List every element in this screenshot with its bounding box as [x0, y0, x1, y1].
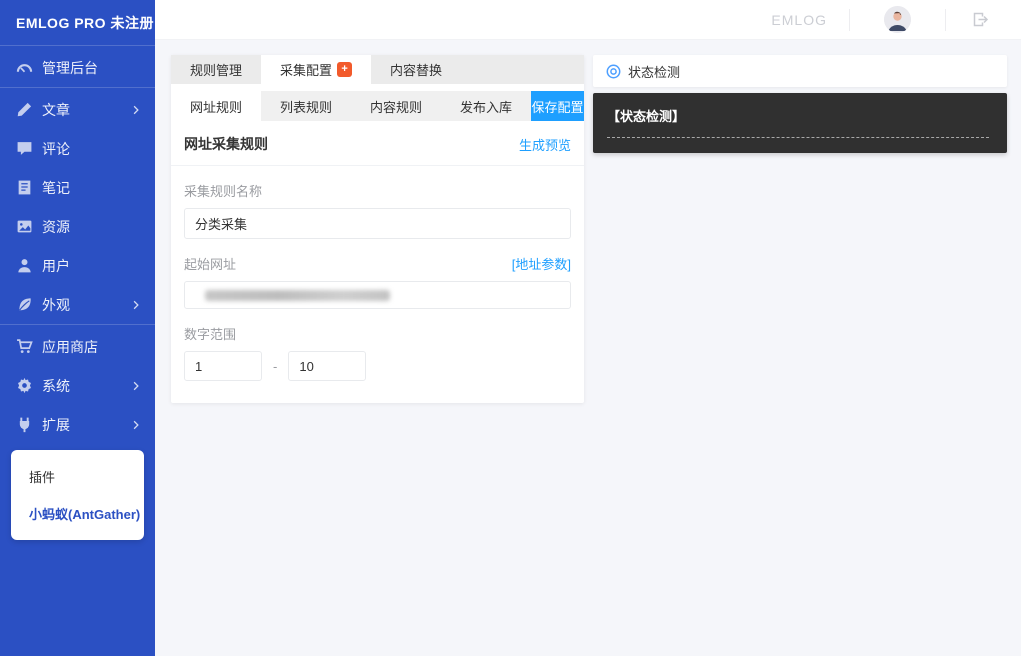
sidebar-divider: [0, 324, 155, 325]
topbar: EMLOG: [155, 0, 1021, 40]
tab-url-rules[interactable]: 网址规则: [171, 91, 261, 121]
tab-rule-management[interactable]: 规则管理: [171, 55, 261, 84]
generate-preview-link[interactable]: 生成预览: [519, 135, 571, 154]
app-title: EMLOG PRO 未注册: [0, 0, 155, 45]
appearance-icon: [16, 296, 33, 313]
form-header: 网址采集规则 生成预览: [171, 121, 584, 166]
secondary-tab-bar: 网址规则 列表规则 内容规则 发布入库 保存配置: [171, 91, 584, 121]
tab-content-rules[interactable]: 内容规则: [351, 91, 441, 121]
sidebar-divider: [0, 45, 155, 46]
range-from-input[interactable]: [184, 351, 262, 381]
submenu-panel: 插件 小蚂蚁(AntGather): [11, 450, 144, 540]
start-url-field: 起始网址 [地址参数]: [171, 254, 584, 309]
status-log-title: 【状态检测】: [607, 106, 993, 125]
comment-icon: [16, 140, 33, 157]
store-icon: [16, 338, 33, 355]
save-config-button[interactable]: 保存配置: [531, 91, 584, 121]
note-icon: [16, 179, 33, 196]
sidebar-item-users[interactable]: 用户: [0, 246, 155, 285]
collector-card: 规则管理 采集配置 + 内容替换 网址规则 列表规则 内容规则 发布入库: [171, 55, 584, 403]
tab-content-replace[interactable]: 内容替换: [371, 55, 461, 84]
system-icon: [16, 377, 33, 394]
status-header: 状态检测: [593, 55, 1007, 87]
rule-name-label: 采集规则名称: [184, 181, 262, 200]
dashboard-icon: [16, 59, 33, 76]
sidebar-item-comments[interactable]: 评论: [0, 129, 155, 168]
sidebar-item-appearance[interactable]: 外观: [0, 285, 155, 324]
start-url-label: 起始网址: [184, 254, 236, 273]
sidebar: EMLOG PRO 未注册 管理后台 文章 评论 笔记 资源: [0, 0, 155, 656]
rule-name-field: 采集规则名称: [171, 181, 584, 239]
rule-name-input[interactable]: [184, 208, 571, 239]
number-range-label: 数字范围: [184, 324, 236, 343]
logout-icon[interactable]: [972, 11, 989, 28]
chevron-right-icon: [131, 381, 141, 391]
resource-icon: [16, 218, 33, 235]
tab-collect-config[interactable]: 采集配置 +: [261, 55, 371, 84]
status-log-box: 【状态检测】: [593, 93, 1007, 153]
url-params-link[interactable]: [地址参数]: [512, 254, 571, 273]
primary-tab-bar: 规则管理 采集配置 + 内容替换: [171, 55, 584, 84]
tab-bar-gap: [171, 84, 584, 91]
tab-list-rules[interactable]: 列表规则: [261, 91, 351, 121]
status-title: 状态检测: [628, 62, 680, 81]
tab-publish[interactable]: 发布入库: [441, 91, 531, 121]
extension-icon: [16, 416, 33, 433]
brand-text: EMLOG: [771, 12, 827, 28]
form-title: 网址采集规则: [184, 134, 268, 154]
redacted-url-blur: [205, 290, 390, 301]
range-to-input[interactable]: [288, 351, 366, 381]
article-icon: [16, 101, 33, 118]
sidebar-item-articles[interactable]: 文章: [0, 90, 155, 129]
range-separator: -: [273, 359, 277, 374]
sidebar-item-dashboard[interactable]: 管理后台: [0, 48, 155, 87]
submenu-item-antgather[interactable]: 小蚂蚁(AntGather): [11, 495, 144, 532]
plus-badge: +: [337, 62, 352, 77]
topbar-divider: [849, 9, 850, 31]
avatar[interactable]: [884, 6, 911, 33]
submenu-item-plugins[interactable]: 插件: [11, 458, 144, 495]
sidebar-item-resources[interactable]: 资源: [0, 207, 155, 246]
sidebar-item-notes[interactable]: 笔记: [0, 168, 155, 207]
dashed-separator: [607, 137, 989, 138]
sidebar-item-app-store[interactable]: 应用商店: [0, 327, 155, 366]
sidebar-item-system[interactable]: 系统: [0, 366, 155, 405]
url-rule-form: 网址采集规则 生成预览 采集规则名称 起始网址 [地址参数]: [171, 121, 584, 403]
chevron-right-icon: [131, 105, 141, 115]
sidebar-divider: [0, 87, 155, 88]
start-url-input[interactable]: [184, 281, 571, 309]
content-area: 规则管理 采集配置 + 内容替换 网址规则 列表规则 内容规则 发布入库: [155, 40, 1021, 656]
user-icon: [16, 257, 33, 274]
status-panel: 状态检测 【状态检测】: [593, 55, 1007, 153]
topbar-divider: [945, 9, 946, 31]
chevron-right-icon: [131, 300, 141, 310]
status-target-icon: [606, 64, 621, 79]
sidebar-item-extensions[interactable]: 扩展: [0, 405, 155, 444]
chevron-right-icon: [131, 420, 141, 430]
number-range-field: 数字范围 -: [171, 324, 584, 381]
